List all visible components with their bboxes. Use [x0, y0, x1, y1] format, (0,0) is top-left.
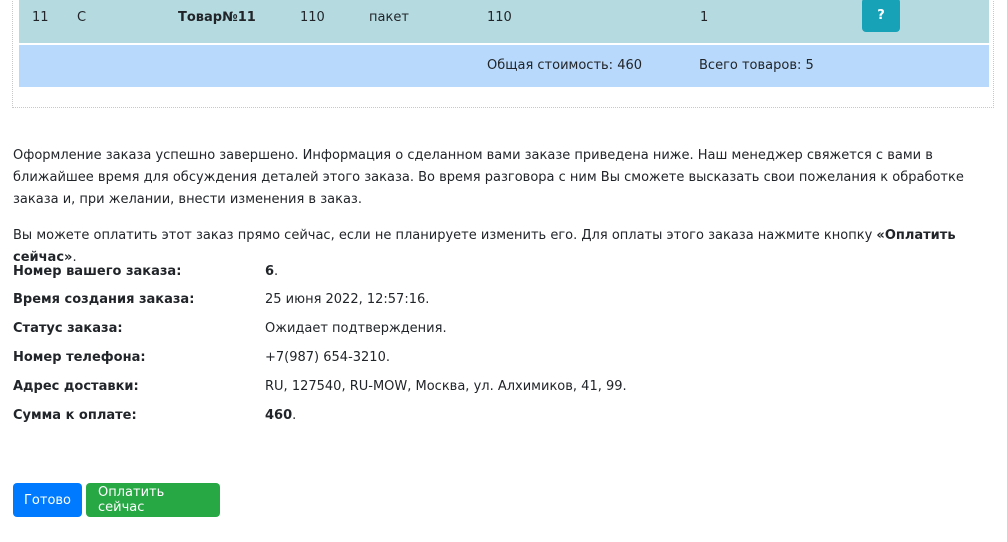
order-status-label: Статус заказа:: [13, 321, 123, 336]
order-number: 6: [265, 264, 275, 279]
cart-table: 11 С Товар№11 110 пакет 110 1 ? Общая ст…: [12, 0, 994, 108]
pay-now-button[interactable]: Оплатить сейчас: [86, 483, 220, 517]
address-label: Адрес доставки:: [13, 379, 139, 394]
order-number-period: .: [274, 264, 279, 279]
order-status-value: Ожидает подтверждения.: [265, 321, 447, 336]
phone-value: +7(987) 654-3210.: [265, 350, 390, 365]
product-sum: 110: [487, 10, 512, 25]
amount-due-value: 460.: [265, 408, 296, 423]
phone-label: Номер телефона:: [13, 350, 146, 365]
order-number-label: Номер вашего заказа:: [13, 264, 182, 279]
created-time-label: Время создания заказа:: [13, 292, 195, 307]
order-number-value: 6.: [265, 264, 278, 279]
product-unit: пакет: [369, 10, 409, 25]
row-code: С: [77, 10, 87, 25]
row-number: 11: [32, 10, 49, 25]
total-cost: Общая стоимость: 460: [487, 58, 643, 73]
amount-due-period: .: [292, 408, 297, 423]
done-button[interactable]: Готово: [13, 483, 82, 517]
product-name: Товар№11: [178, 10, 256, 25]
table-row: 11 С Товар№11 110 пакет 110 1 ?: [19, 0, 989, 44]
order-success-message: Оформление заказа успешно завершено. Инф…: [13, 148, 964, 207]
question-icon: ?: [877, 7, 885, 23]
amount-due-label: Сумма к оплате:: [13, 408, 137, 423]
product-price: 110: [300, 10, 325, 25]
amount-due: 460: [265, 408, 293, 423]
total-items: Всего товаров: 5: [699, 58, 814, 73]
totals-row: Общая стоимость: 460 Всего товаров: 5: [19, 45, 989, 87]
created-time-value: 25 июня 2022, 12:57:16.: [265, 292, 430, 307]
help-button[interactable]: ?: [862, 0, 900, 32]
payment-hint: Вы можете оплатить этот заказ прямо сейч…: [13, 225, 988, 269]
payment-hint-period: .: [72, 250, 77, 265]
product-qty: 1: [700, 10, 709, 25]
address-value: RU, 127540, RU-MOW, Москва, ул. Алхимико…: [265, 379, 627, 394]
payment-hint-text: Вы можете оплатить этот заказ прямо сейч…: [13, 228, 877, 243]
